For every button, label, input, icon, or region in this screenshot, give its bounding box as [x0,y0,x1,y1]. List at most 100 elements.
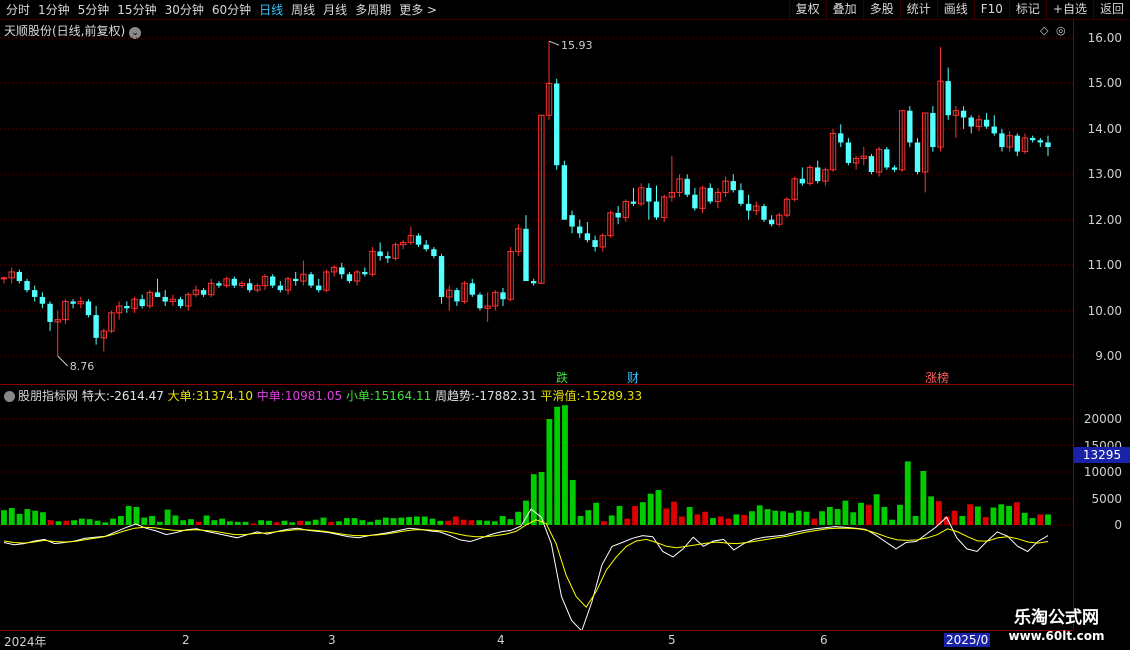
indicator-bar [429,518,436,525]
candle-body-down [653,201,660,218]
action-button-8[interactable]: 返回 [1092,0,1130,19]
candle-body-down [277,285,284,291]
candle-body-down [845,142,852,163]
candle-body-down [93,315,99,338]
candle-body-down [415,235,422,245]
candle-body-down [16,271,23,282]
indicator-bar [117,515,124,525]
candle-body-down [308,274,314,286]
indicator-bar [600,521,607,525]
indicator-bar [733,514,740,525]
indicator-bar [803,511,810,525]
candle-body-down [339,267,345,275]
indicator-bar [850,512,857,525]
indicator-bar [234,521,241,525]
candle-body-down [799,178,806,184]
indicator-bar [530,474,537,525]
indicator-bar [32,510,39,525]
price-tick: 9.00 [1095,349,1122,363]
candle-body-down [431,249,437,257]
indicator-bar [694,514,701,525]
watermark-line1: 乐淘公式网 [1014,608,1099,628]
indicator-bar [889,519,896,525]
candle-body-down [960,110,967,118]
date-tick-0: 2024年 [4,635,47,649]
indicator-bar [406,517,413,525]
indicator-bar [172,515,179,525]
candle-body-down [477,294,483,309]
candle-body-down [630,201,637,204]
candle-body-down [692,194,698,209]
indicator-bar [164,509,171,525]
indicator-bar [24,509,31,525]
indicator-bar [678,516,685,525]
indicator-bar [546,419,553,525]
indicator-bar [125,505,132,525]
indicator-bar [928,496,935,525]
panel-separator [0,384,1073,385]
candle-body-down [930,112,936,148]
indicator-bar [515,511,522,525]
indicator-bar [912,515,919,525]
candle-body-down [761,206,767,220]
indicator-bar [858,502,864,525]
candle-body-down [1037,140,1044,143]
indicator-bar [647,493,654,525]
indicator-bar [398,517,405,525]
candle-body-down [592,240,598,247]
indicator-bar [795,510,802,525]
indicator-bar [351,518,358,525]
indicator-bar [281,520,288,525]
date-axis: 2024年 2 3 4 5 6 2025/0 [0,630,1073,650]
candle-body-down [438,256,445,297]
indicator-bar [811,518,818,525]
candle-body-down [231,278,237,286]
price-tick: 12.00 [1087,212,1122,227]
price-tick: 10.00 [1087,303,1122,318]
indicator-bar [460,519,467,525]
candle-body-down [991,126,997,134]
indicator-bar [250,523,257,525]
indicator-bar [86,519,93,525]
diamond-icon: ◇ [1040,24,1049,37]
candle-body-down [815,167,821,182]
indicator-bar [375,519,381,525]
indicator-bar [141,517,148,525]
candle-body-down [554,83,560,166]
candle-body-down [868,156,875,173]
indicator-bar [304,521,311,525]
candle-body-down [768,219,775,225]
indicator-bar [414,516,420,525]
candle-body-down [200,290,207,295]
candle-body-down [47,303,53,322]
kline-and-indicator-chart[interactable]: 15.93 8.76 跌 财 涨榜 ◇ ◎ [0,0,1073,630]
indicator-bar [336,521,342,525]
candle-body-down [423,244,429,250]
indicator-bar [897,504,903,525]
indicator-bar [468,520,475,525]
indicator-bar [367,521,374,525]
date-tick-3: 4 [497,633,505,647]
price-tick: 16.00 [1087,31,1122,45]
indicator-bar [562,405,568,525]
candle-body-down [730,181,736,191]
candle-body-down [999,133,1005,148]
indicator-bar [180,520,187,525]
indicator-bar [865,504,872,525]
candle-body-down [968,117,974,127]
candle-body-down [983,119,990,127]
date-tick-2: 3 [328,633,336,647]
candle-body-down [124,306,130,309]
indicator-bar [343,518,350,525]
candle-body-down [362,271,368,275]
indicator-bar [421,516,428,525]
candle-body-down [32,290,38,297]
low-price-label: 8.76 [70,360,95,373]
indicator-bar [787,512,794,525]
candle-body-down [385,256,391,259]
indicator-bar [936,501,942,525]
candle-body-down [530,281,537,284]
indicator-bar [756,505,763,525]
candle-body-down [646,187,652,202]
indicator-bar [258,520,265,525]
